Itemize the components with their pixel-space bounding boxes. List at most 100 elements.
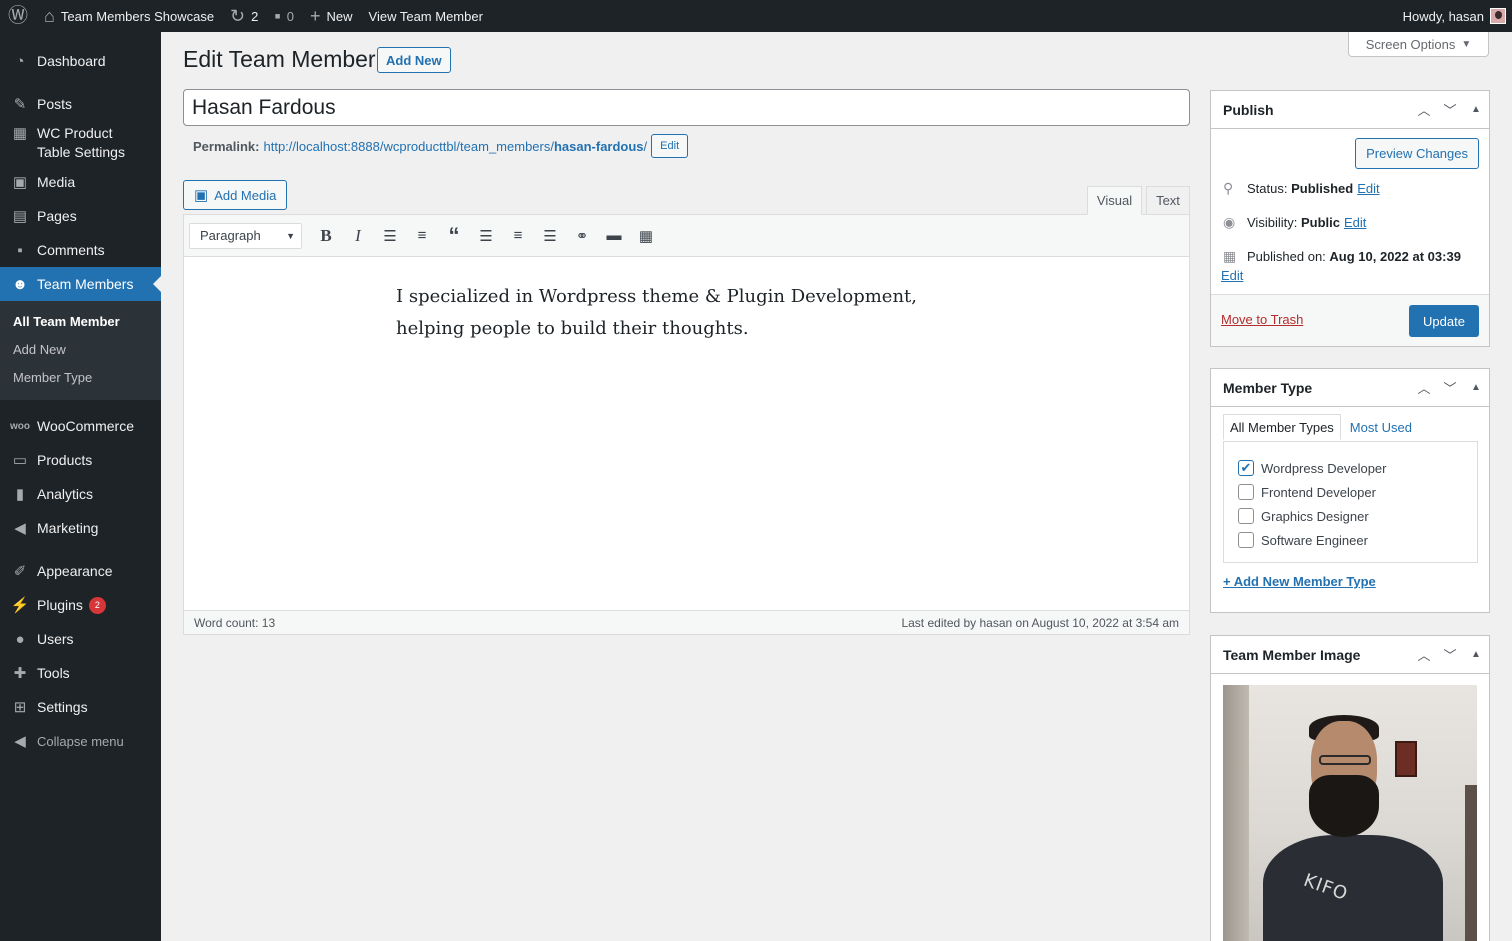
toggle-panel-icon[interactable]: ▲ xyxy=(1463,637,1489,673)
move-up-icon[interactable]: ︿ xyxy=(1411,637,1437,673)
member-type-option[interactable]: Frontend Developer xyxy=(1224,480,1477,504)
publish-box: Publish ︿ ﹀ ▲ Preview Changes ⚲ Status: … xyxy=(1210,90,1490,347)
team-member-image-box: Team Member Image ︿ ﹀ ▲ KIFO xyxy=(1210,635,1490,941)
format-select[interactable]: Paragraph ▼ xyxy=(189,222,302,249)
media-icon: ▣ xyxy=(194,187,209,204)
link-icon[interactable]: ⚭ xyxy=(566,222,598,250)
settings-icon: ⊞ xyxy=(13,699,27,716)
move-down-icon[interactable]: ﹀ xyxy=(1437,637,1463,673)
new-content-link[interactable]: + New xyxy=(302,0,361,32)
plus-icon: + xyxy=(310,6,321,26)
checkbox[interactable] xyxy=(1238,508,1254,524)
sidebar-item-media[interactable]: ▣ Media xyxy=(0,165,161,199)
brush-icon: ✐ xyxy=(13,563,27,580)
toolbar-toggle-icon[interactable]: ▦ xyxy=(630,222,662,250)
sidebar-item-products[interactable]: ▭ Products xyxy=(0,443,161,477)
bold-icon[interactable]: B xyxy=(310,222,342,250)
caret-down-icon: ▼ xyxy=(286,230,295,241)
permalink-link[interactable]: http://localhost:8888/wcproducttbl/team_… xyxy=(263,139,647,154)
editor-status-bar: Word count: 13 Last edited by hasan on A… xyxy=(184,610,1189,634)
member-type-tabs: All Member Types Most Used xyxy=(1223,414,1418,440)
blockquote-icon[interactable]: “ xyxy=(438,222,470,250)
member-type-checklist: ✔ Wordpress Developer Frontend Developer … xyxy=(1223,441,1478,563)
calendar-icon: ▦ xyxy=(1223,248,1237,264)
wordpress-logo-icon[interactable]: Ⓦ xyxy=(0,0,36,32)
tab-visual[interactable]: Visual xyxy=(1087,186,1142,215)
sidebar-item-dashboard[interactable]: ◔ Dashboard xyxy=(0,44,161,78)
view-team-member-link[interactable]: View Team Member xyxy=(361,0,491,32)
align-left-icon[interactable]: ☰ xyxy=(470,222,502,250)
sidebar-item-wc-product-table[interactable]: ▦ WC Product Table Settings xyxy=(0,121,161,165)
sidebar-item-analytics[interactable]: ▮ Analytics xyxy=(0,477,161,511)
sidebar-item-users[interactable]: ● Users xyxy=(0,622,161,656)
member-type-box: Member Type ︿ ﹀ ▲ All Member Types Most … xyxy=(1210,368,1490,613)
add-media-button[interactable]: ▣ Add Media xyxy=(183,180,288,210)
team-member-image-heading: Team Member Image xyxy=(1223,646,1361,663)
align-center-icon[interactable]: ≡ xyxy=(502,222,534,250)
move-down-icon[interactable]: ﹀ xyxy=(1437,92,1463,128)
post-title-input[interactable]: Hasan Fardous xyxy=(183,89,1190,126)
sidebar-item-settings[interactable]: ⊞ Settings xyxy=(0,690,161,724)
sidebar-item-comments[interactable]: ▪ Comments xyxy=(0,233,161,267)
sidebar-item-tools[interactable]: ✚ Tools xyxy=(0,656,161,690)
submenu-add-new[interactable]: Add New xyxy=(0,336,161,364)
status-row: ⚲ Status: Published Edit xyxy=(1223,180,1380,196)
sidebar-item-posts[interactable]: ✎ Posts xyxy=(0,87,161,121)
sidebar-item-plugins[interactable]: ⚡ Plugins 2 xyxy=(0,588,161,622)
permalink-edit-button[interactable]: Edit xyxy=(651,134,689,158)
align-right-icon[interactable]: ☰ xyxy=(534,222,566,250)
sidebar-item-pages[interactable]: ▤ Pages xyxy=(0,199,161,233)
sidebar-item-marketing[interactable]: ◀ Marketing xyxy=(0,511,161,545)
tab-all-member-types[interactable]: All Member Types xyxy=(1223,414,1341,440)
comments-link[interactable]: ▪ 0 xyxy=(266,0,302,32)
my-account[interactable]: Howdy, hasan xyxy=(1403,8,1512,24)
status-edit-link[interactable]: Edit xyxy=(1357,181,1379,196)
move-down-icon[interactable]: ﹀ xyxy=(1437,370,1463,406)
screen-options-button[interactable]: Screen Options ▼ xyxy=(1348,32,1489,57)
media-icon: ▣ xyxy=(12,174,28,191)
update-button[interactable]: Update xyxy=(1409,305,1479,337)
site-name-link[interactable]: ⌂ Team Members Showcase xyxy=(36,0,222,32)
sidebar-item-appearance[interactable]: ✐ Appearance xyxy=(0,554,161,588)
publish-heading: Publish xyxy=(1223,101,1274,118)
tab-text[interactable]: Text xyxy=(1146,186,1190,215)
add-new-button[interactable]: Add New xyxy=(377,47,451,73)
plugin-icon: ⚡ xyxy=(10,597,30,614)
last-edited: Last edited by hasan on August 10, 2022 … xyxy=(901,615,1179,630)
team-member-photo[interactable]: KIFO xyxy=(1223,685,1477,941)
collapse-menu-button[interactable]: ◀ Collapse menu xyxy=(0,724,161,758)
submenu-all-team-member[interactable]: All Team Member xyxy=(0,308,161,336)
preview-changes-button[interactable]: Preview Changes xyxy=(1355,138,1479,169)
page-title: Edit Team Member xyxy=(183,46,376,72)
numbered-list-icon[interactable]: ≡ xyxy=(406,222,438,250)
updates-icon: ↻ xyxy=(230,6,246,26)
editor-content[interactable]: I specialized in Wordpress theme & Plugi… xyxy=(184,257,984,345)
italic-icon[interactable]: I xyxy=(342,222,374,250)
sidebar-item-woocommerce[interactable]: woo WooCommerce xyxy=(0,409,161,443)
member-type-option[interactable]: Software Engineer xyxy=(1224,528,1477,552)
add-new-member-type-link[interactable]: + Add New Member Type xyxy=(1223,574,1376,589)
published-on-edit-link[interactable]: Edit xyxy=(1221,268,1243,283)
updates-link[interactable]: ↻ 2 xyxy=(222,0,266,32)
admin-sidebar: ◔ Dashboard ✎ Posts ▦ WC Product Table Sett… xyxy=(0,32,161,941)
move-up-icon[interactable]: ︿ xyxy=(1411,92,1437,128)
visibility-edit-link[interactable]: Edit xyxy=(1344,215,1366,230)
move-to-trash-link[interactable]: Move to Trash xyxy=(1221,312,1303,327)
bullet-list-icon[interactable]: ☰ xyxy=(374,222,406,250)
move-up-icon[interactable]: ︿ xyxy=(1411,370,1437,406)
tab-most-used[interactable]: Most Used xyxy=(1341,414,1418,440)
checkbox[interactable] xyxy=(1238,484,1254,500)
member-type-option[interactable]: ✔ Wordpress Developer xyxy=(1224,456,1477,480)
chart-icon: ▮ xyxy=(15,486,25,503)
content-editor: Paragraph ▼ B I ☰ ≡ “ ☰ ≡ ☰ ⚭ ▬ ▦ I speci… xyxy=(183,214,1190,635)
archive-icon: ▭ xyxy=(12,452,28,469)
submenu-member-type[interactable]: Member Type xyxy=(0,364,161,392)
checkbox-checked[interactable]: ✔ xyxy=(1238,460,1254,476)
member-type-option[interactable]: Graphics Designer xyxy=(1224,504,1477,528)
read-more-icon[interactable]: ▬ xyxy=(598,222,630,250)
sidebar-item-team-members[interactable]: ☻ Team Members xyxy=(0,267,161,301)
checkbox[interactable] xyxy=(1238,532,1254,548)
toggle-panel-icon[interactable]: ▲ xyxy=(1463,92,1489,128)
toggle-panel-icon[interactable]: ▲ xyxy=(1463,370,1489,406)
published-on-row: ▦ Published on: Aug 10, 2022 at 03:39 xyxy=(1223,248,1461,264)
